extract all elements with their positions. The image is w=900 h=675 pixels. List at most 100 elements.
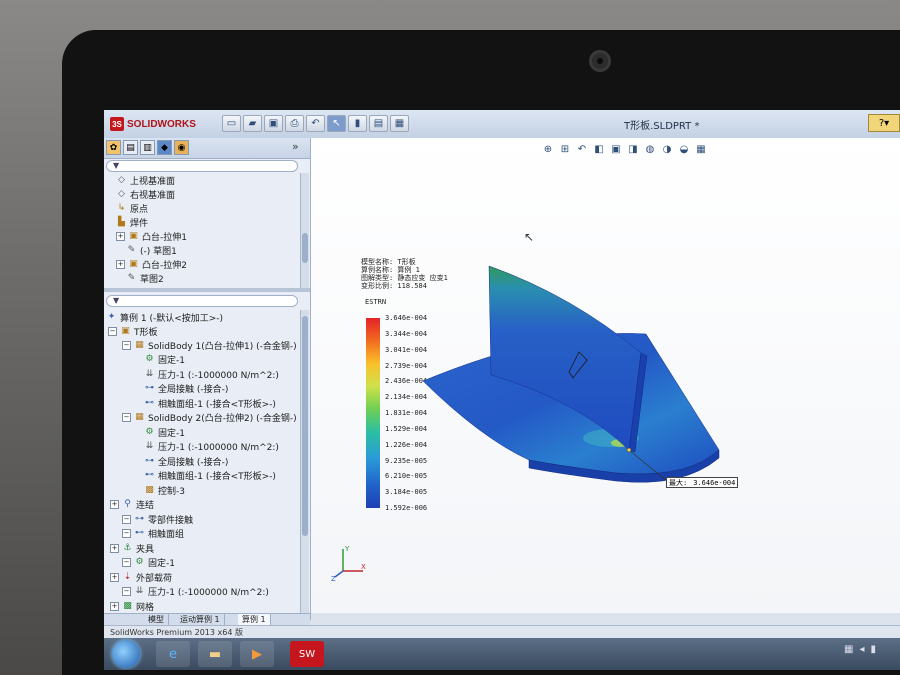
file-explorer-icon[interactable]: ▬ — [198, 641, 232, 667]
dimxpert-tab-icon[interactable]: ◆ — [157, 140, 172, 155]
study-tree-label: 外部载荷 — [136, 573, 173, 584]
study-tree-item[interactable]: ⇊ 压力-1 (:-1000000 N/m^2:) — [144, 367, 279, 381]
study-tree-item[interactable]: − ⚙ 固定-1 — [122, 556, 175, 570]
reference-triad: Y X Z — [331, 545, 366, 583]
expand-toggle[interactable]: + — [110, 572, 119, 582]
feature-filter-input[interactable]: ▼ — [106, 160, 298, 172]
pressure-icon: ⇊ — [145, 441, 154, 451]
select-pointer-icon[interactable]: ↖ — [327, 115, 346, 132]
undo-icon[interactable]: ↶ — [306, 115, 325, 132]
feature-tree-label: 凸台-拉伸1 — [142, 232, 187, 243]
study-tree-item[interactable]: ⇊ 压力-1 (:-1000000 N/m^2:) — [144, 440, 279, 454]
study-tree-label: 固定-1 — [158, 428, 185, 439]
study-tree-label: 固定-1 — [158, 356, 185, 366]
study-tree-item[interactable]: − ▦ SolidBody 2(凸台-拉伸2) (-合金钢-) — [122, 411, 297, 425]
study-tree-item[interactable]: ⊷ 相触面组-1 (-接合<T形板>-) — [144, 396, 276, 410]
study-tree-label: 零部件接触 — [148, 515, 194, 526]
open-folder-icon[interactable]: ▰ — [243, 115, 262, 132]
study-part-label: T形板 — [134, 327, 158, 338]
new-document-icon[interactable]: ▭ — [222, 115, 241, 132]
study-tree-item[interactable]: ▩ 控制-3 — [144, 483, 185, 497]
origin-icon: ↳ — [117, 202, 126, 213]
part-icon: ▣ — [121, 325, 130, 336]
solidworks-taskbar-icon[interactable]: SW — [290, 641, 324, 667]
print-icon[interactable]: ⎙ — [285, 115, 304, 132]
media-player-icon[interactable]: ▶ — [240, 641, 274, 667]
study-tree-item[interactable]: + ⇣ 外部载荷 — [110, 570, 172, 584]
status-bar: SolidWorks Premium 2013 x64 版 — [104, 625, 900, 638]
study-tree-item[interactable]: − ▦ SolidBody 1(凸台-拉伸1) (-合金钢-) — [122, 338, 297, 352]
strain-plot-model[interactable] — [311, 138, 900, 613]
expand-toggle[interactable]: − — [122, 587, 131, 596]
options-icon[interactable]: ▦ — [390, 115, 409, 132]
expand-toggle[interactable]: + — [110, 601, 119, 611]
feature-manager-tab-icon[interactable]: ✿ — [106, 140, 121, 155]
study-tree-item[interactable]: + ▩ 网格 — [110, 599, 154, 613]
study-tree-item[interactable]: ⊶ 全局接触 (-接合-) — [144, 454, 228, 468]
solidworks-logo[interactable]: 3S SOLIDWORKS — [110, 116, 196, 132]
external-loads-icon: ⇣ — [123, 571, 132, 582]
extrude-icon: ▣ — [129, 258, 138, 269]
contact-set-icon: ⊷ — [145, 470, 154, 480]
study-part[interactable]: − ▣ T形板 — [108, 324, 158, 338]
expand-toggle[interactable]: − — [122, 340, 131, 350]
title-bar: 3S SOLIDWORKS ▭ ▰ ▣ ⎙ ↶ ↖ ▮ ▤ ▦ T形板.SLDP… — [104, 110, 900, 139]
save-icon[interactable]: ▣ — [264, 115, 283, 132]
volume-icon[interactable]: ◂ — [859, 644, 864, 655]
feature-tree-item[interactable]: ▙ 焊件 — [116, 215, 148, 229]
battery-icon[interactable]: ▮ — [870, 644, 876, 655]
feature-tree: ◇ 上视基准面 ◇ 右视基准面 ↳ 原点 ▙ 焊件 + ▣ 凸台-拉伸1 ✎ (-) 草图1 + ▣ 凸台-拉… — [104, 173, 300, 288]
study-tree-label: 全局接触 (-接合-) — [158, 385, 229, 395]
graphics-viewport[interactable]: ⊕ ⊞ ↶ ◧ ▣ ◨ ◍ ◑ ◒ ▦ ↖ 模型名称: T形板 算例名称: 算例… — [311, 138, 900, 613]
expand-toggle[interactable]: + — [116, 231, 125, 241]
study-tree-item[interactable]: − ⊶ 零部件接触 — [122, 512, 193, 526]
feature-tree-item[interactable]: ↳ 原点 — [116, 201, 148, 215]
display-manager-tab-icon[interactable]: ◉ — [174, 140, 189, 155]
help-button[interactable]: ?▾ — [868, 114, 900, 132]
expand-toggle[interactable]: − — [122, 558, 131, 567]
study-tree-item[interactable]: ⚙ 固定-1 — [144, 353, 185, 367]
mesh-icon: ▩ — [123, 600, 132, 611]
feature-tree-item[interactable]: ✎ 草图2 — [126, 271, 164, 285]
study-tree-label: SolidBody 2(凸台-拉伸2) (-合金钢-) — [148, 414, 297, 424]
expand-toggle[interactable]: − — [108, 326, 117, 336]
study-tree-item[interactable]: − ⇊ 压力-1 (:-1000000 N/m^2:) — [122, 585, 269, 599]
feature-tree-item[interactable]: ◇ 右视基准面 — [116, 187, 175, 201]
file-properties-icon[interactable]: ▤ — [369, 115, 388, 132]
study-tree-item[interactable]: + ⚲ 连结 — [110, 498, 154, 512]
feature-tree-label: 原点 — [130, 204, 149, 215]
study-tree-item[interactable]: ⚙ 固定-1 — [144, 425, 185, 439]
study-tree-item[interactable]: − ⊷ 相触面组 — [122, 527, 184, 541]
feature-tree-item[interactable]: ◇ 上视基准面 — [116, 173, 175, 187]
svg-text:Z: Z — [331, 575, 336, 583]
feature-tree-item[interactable]: + ▣ 凸台-拉伸1 — [116, 229, 187, 243]
expand-toggle[interactable]: + — [110, 500, 119, 509]
feature-tree-scrollbar[interactable] — [300, 173, 309, 288]
windows-taskbar: e ▬ ▶ SW ▦ ◂ ▮ — [104, 638, 900, 670]
configuration-manager-tab-icon[interactable]: ▥ — [140, 140, 155, 155]
study-filter-input[interactable]: ▼ — [106, 295, 298, 307]
study-root[interactable]: ✦ 算例 1 (-默认<按加工>-) — [106, 310, 223, 324]
feature-tree-item[interactable]: + ▣ 凸台-拉伸2 — [116, 257, 187, 271]
expand-toggle[interactable]: + — [110, 543, 119, 553]
start-button[interactable] — [112, 640, 140, 668]
fixture-icon: ⚙ — [145, 426, 154, 437]
collapse-panel-icon[interactable]: » — [292, 140, 299, 153]
study-tree-item[interactable]: ⊶ 全局接触 (-接合-) — [144, 382, 228, 396]
internet-explorer-icon[interactable]: e — [156, 641, 190, 667]
plane-icon: ◇ — [118, 188, 125, 199]
expand-toggle[interactable]: + — [116, 259, 125, 269]
study-tree-scrollbar[interactable] — [300, 310, 309, 620]
feature-tree-item[interactable]: ✎ (-) 草图1 — [126, 243, 177, 257]
pressure-icon: ⇊ — [145, 368, 154, 379]
property-manager-tab-icon[interactable]: ▤ — [123, 140, 138, 155]
study-tree-label: 夹具 — [136, 544, 155, 555]
panel-splitter[interactable] — [104, 288, 310, 292]
study-tree-item[interactable]: ⊷ 相触面组-1 (-接合<T形板>-) — [144, 469, 276, 483]
expand-toggle[interactable]: − — [122, 413, 131, 422]
network-icon[interactable]: ▦ — [844, 644, 853, 655]
expand-toggle[interactable]: − — [122, 514, 131, 524]
study-tree-item[interactable]: + ⚓ 夹具 — [110, 541, 154, 555]
rebuild-icon[interactable]: ▮ — [348, 115, 367, 132]
expand-toggle[interactable]: − — [122, 529, 131, 538]
